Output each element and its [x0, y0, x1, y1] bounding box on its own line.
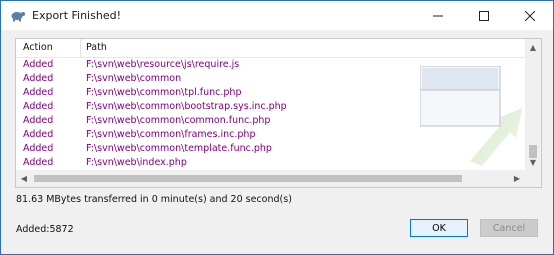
column-divider[interactable] [80, 39, 81, 57]
row-path: F:\svn\web\common\bootstrap.sys.inc.php [86, 101, 287, 112]
row-action: Added [23, 157, 54, 168]
table-row[interactable]: Added F:\svn\web\common\frames.inc.php [16, 128, 525, 142]
row-action: Added [23, 73, 54, 84]
maximize-button[interactable] [461, 1, 507, 30]
column-header-path[interactable]: Path [86, 42, 107, 53]
row-path: F:\svn\web\resource\js\require.js [86, 59, 240, 70]
row-path: F:\svn\web\common\template.func.php [86, 143, 272, 154]
added-count: Added:5872 [16, 224, 74, 235]
close-icon [525, 10, 535, 21]
column-header-action[interactable]: Action [23, 42, 53, 53]
table-row[interactable]: Added F:\svn\web\common\common.func.php [16, 114, 525, 128]
list-header: Action Path [16, 39, 525, 58]
maximize-icon [479, 10, 489, 21]
close-button[interactable] [507, 1, 553, 30]
row-path: F:\svn\web\common [86, 73, 182, 84]
cancel-button[interactable]: Cancel [480, 219, 538, 237]
export-finished-dialog: Export Finished! Action Path Added F:\sv… [0, 0, 554, 255]
table-row[interactable]: Added F:\svn\web\common\tpl.func.php [16, 86, 525, 100]
row-action: Added [23, 101, 54, 112]
table-row[interactable]: Added F:\svn\web\common\bootstrap.sys.in… [16, 100, 525, 114]
tortoise-icon [10, 8, 26, 22]
row-path: F:\svn\web\common\common.func.php [86, 115, 271, 126]
table-row[interactable]: Added F:\svn\web\common [16, 72, 525, 86]
scroll-up-arrow-icon[interactable]: ▲ [525, 39, 541, 55]
window-title: Export Finished! [32, 9, 121, 22]
table-row[interactable]: Added F:\svn\web\resource\js\require.js [16, 58, 525, 72]
ok-button[interactable]: OK [410, 219, 468, 237]
row-path: F:\svn\web\index.php [86, 157, 187, 168]
title-bar: Export Finished! [1, 1, 553, 30]
row-action: Added [23, 59, 54, 70]
minimize-icon [433, 15, 443, 16]
minimize-button[interactable] [415, 1, 461, 30]
scrollbar-corner [525, 170, 541, 187]
scroll-left-arrow-icon[interactable]: ◀ [16, 170, 32, 186]
row-path: F:\svn\web\common\frames.inc.php [86, 129, 256, 140]
export-results-list[interactable]: Action Path Added F:\svn\web\resource\js… [15, 38, 542, 188]
vertical-scrollbar[interactable]: ▲ ▼ [525, 39, 541, 170]
row-action: Added [23, 129, 54, 140]
row-action: Added [23, 115, 54, 126]
scroll-down-arrow-icon[interactable]: ▼ [525, 154, 541, 170]
horizontal-scroll-thumb[interactable] [34, 175, 462, 182]
row-action: Added [23, 143, 54, 154]
table-row[interactable]: Added F:\svn\web\common\template.func.ph… [16, 142, 525, 156]
horizontal-scrollbar[interactable]: ◀ ▶ [16, 170, 525, 187]
row-path: F:\svn\web\common\tpl.func.php [86, 87, 242, 98]
transfer-summary: 81.63 MBytes transferred in 0 minute(s) … [16, 194, 292, 205]
row-action: Added [23, 87, 54, 98]
scroll-right-arrow-icon[interactable]: ▶ [509, 170, 525, 186]
table-row[interactable]: Added F:\svn\web\index.php [16, 156, 525, 170]
